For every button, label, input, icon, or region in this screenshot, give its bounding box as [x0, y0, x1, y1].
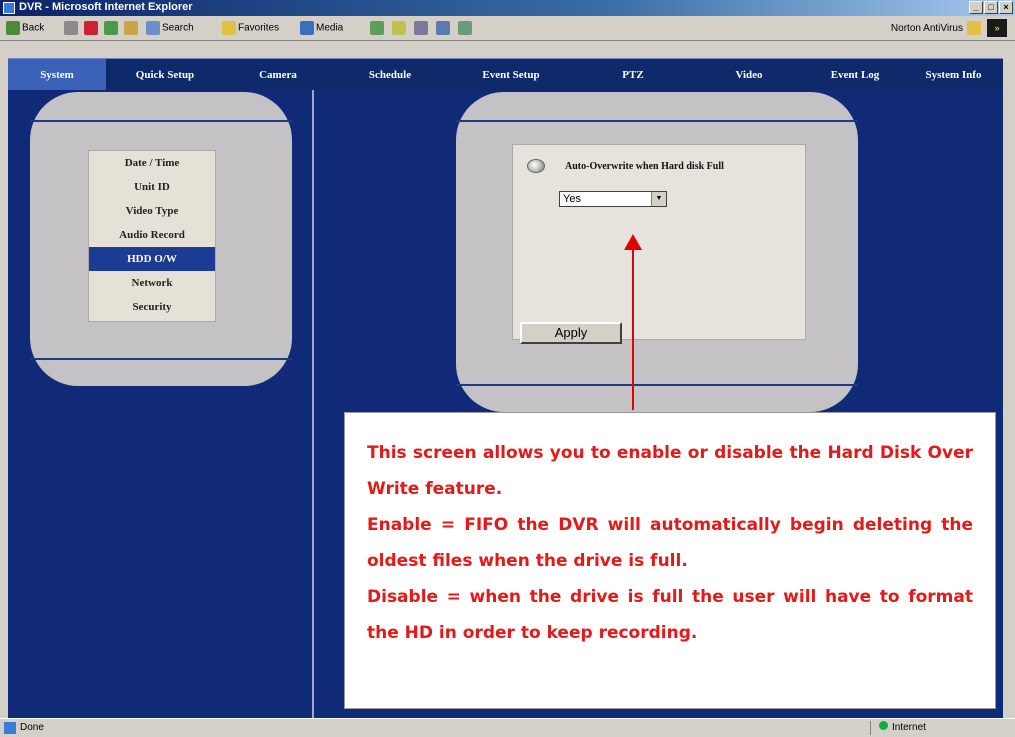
home-icon — [124, 21, 138, 35]
status-bar: Done Internet — [0, 718, 1015, 737]
divider-line — [30, 358, 292, 360]
page-status-icon — [4, 722, 16, 734]
norton-icon — [967, 21, 981, 35]
discuss-icon — [458, 21, 472, 35]
stop-button[interactable] — [84, 21, 100, 35]
note-line: This screen allows you to enable or disa… — [367, 443, 973, 499]
back-button[interactable]: Back — [6, 21, 44, 35]
history-icon — [370, 21, 384, 35]
tab-ptz[interactable]: PTZ — [574, 59, 692, 91]
internet-zone-icon — [879, 721, 888, 730]
overwrite-select[interactable]: Yes ▼ — [559, 191, 667, 207]
ie-logo-icon — [3, 2, 15, 14]
settings-menu: Date / Time Unit ID Video Type Audio Rec… — [88, 150, 216, 322]
sidebar-item-audio-record[interactable]: Audio Record — [89, 223, 215, 247]
sidebar-panel: Date / Time Unit ID Video Type Audio Rec… — [30, 92, 292, 386]
discuss-button[interactable] — [458, 21, 474, 35]
explanation-note: This screen allows you to enable or disa… — [344, 412, 996, 709]
search-label: Search — [162, 22, 194, 34]
note-line: Disable = when the drive is full the use… — [367, 587, 973, 643]
forward-button[interactable] — [64, 21, 80, 35]
hdd-overwrite-form: Auto-Overwrite when Hard disk Full Yes ▼ — [512, 144, 806, 340]
edit-icon — [436, 21, 450, 35]
main-navigation: System Quick Setup Camera Schedule Event… — [8, 58, 1003, 91]
print-button[interactable] — [414, 21, 430, 35]
favorites-icon — [222, 21, 236, 35]
divider-line — [456, 384, 858, 386]
tab-system[interactable]: System — [8, 59, 106, 91]
search-icon — [146, 21, 160, 35]
mail-button[interactable] — [392, 21, 408, 35]
sidebar-item-security[interactable]: Security — [89, 295, 215, 319]
refresh-button[interactable] — [104, 21, 120, 35]
favorites-button[interactable]: Favorites — [222, 21, 279, 35]
sidebar-item-video-type[interactable]: Video Type — [89, 199, 215, 223]
apply-button[interactable]: Apply — [520, 322, 622, 344]
back-label: Back — [22, 22, 45, 34]
dropdown-arrow-icon[interactable]: ▼ — [651, 192, 666, 206]
browser-toolbar: Back Search Favorites Media Norton AntiV… — [0, 16, 1015, 41]
search-button[interactable]: Search — [146, 21, 194, 35]
zone-label: Internet — [892, 722, 926, 733]
refresh-icon — [104, 21, 118, 35]
tab-event-log[interactable]: Event Log — [806, 59, 904, 91]
maximize-button[interactable]: □ — [984, 1, 998, 14]
close-button[interactable]: × — [999, 1, 1013, 14]
tab-quick-setup[interactable]: Quick Setup — [106, 59, 224, 91]
mail-icon — [392, 21, 406, 35]
divider-line — [30, 120, 292, 122]
tab-video[interactable]: Video — [692, 59, 806, 91]
media-label: Media — [316, 22, 344, 34]
overwrite-select-value: Yes — [563, 193, 581, 205]
divider-line — [456, 120, 858, 122]
window-controls: _ □ × — [969, 1, 1013, 14]
tab-schedule[interactable]: Schedule — [332, 59, 448, 91]
annotation-arrow-line — [632, 248, 634, 410]
links-icon: » — [987, 19, 1007, 37]
norton-label: Norton AntiVirus — [890, 22, 963, 34]
forward-arrow-icon — [64, 21, 78, 35]
column-divider — [312, 90, 314, 718]
sidebar-item-network[interactable]: Network — [89, 271, 215, 295]
history-button[interactable] — [370, 21, 386, 35]
tab-system-info[interactable]: System Info — [904, 59, 1003, 91]
favorites-label: Favorites — [238, 22, 280, 34]
security-zone: Internet — [870, 721, 1015, 735]
media-icon — [300, 21, 314, 35]
tab-camera[interactable]: Camera — [224, 59, 332, 91]
overwrite-radio-button[interactable] — [527, 159, 545, 173]
sidebar-item-date-time[interactable]: Date / Time — [89, 151, 215, 175]
norton-antivirus-button[interactable]: Norton AntiVirus » — [891, 19, 1007, 37]
home-button[interactable] — [124, 21, 140, 35]
edit-button[interactable] — [436, 21, 452, 35]
overwrite-label: Auto-Overwrite when Hard disk Full — [565, 161, 724, 172]
print-icon — [414, 21, 428, 35]
tab-event-setup[interactable]: Event Setup — [448, 59, 574, 91]
media-button[interactable]: Media — [300, 21, 343, 35]
stop-icon — [84, 21, 98, 35]
note-line: Enable = FIFO the DVR will automatically… — [367, 515, 973, 571]
sidebar-item-unit-id[interactable]: Unit ID — [89, 175, 215, 199]
status-text: Done — [20, 722, 44, 733]
minimize-button[interactable]: _ — [969, 1, 983, 14]
window-title: DVR - Microsoft Internet Explorer — [19, 1, 193, 13]
window-title-bar: DVR - Microsoft Internet Explorer _ □ × — [0, 0, 1015, 16]
sidebar-item-hdd-ow[interactable]: HDD O/W — [89, 247, 215, 271]
back-arrow-icon — [6, 21, 20, 35]
